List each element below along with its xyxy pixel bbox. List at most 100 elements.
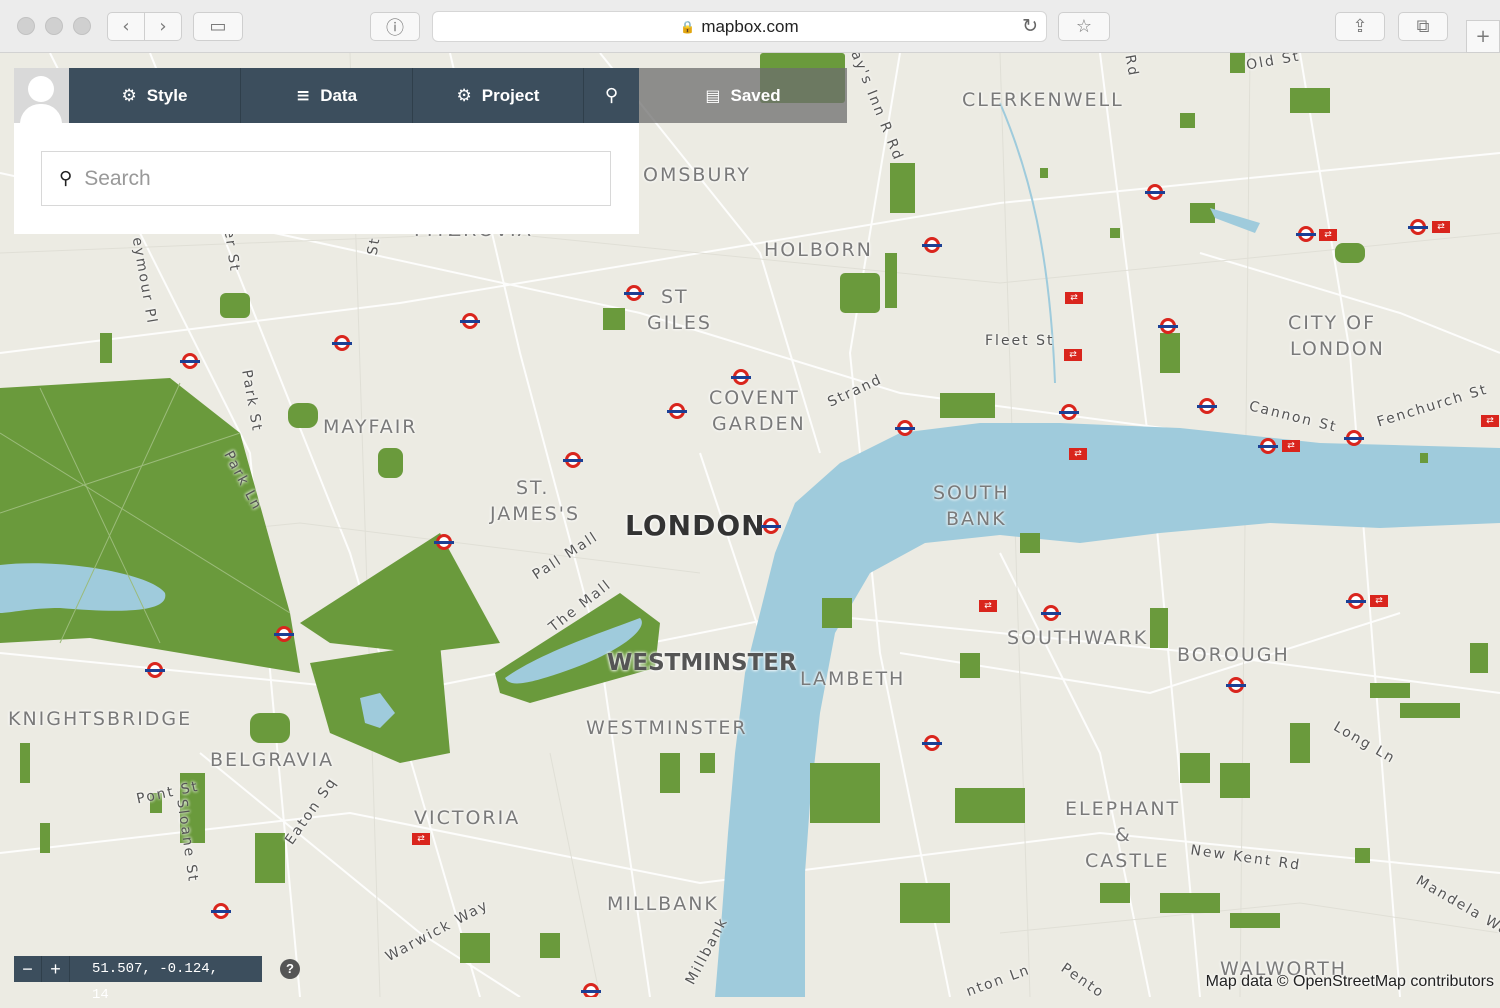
tabs-icon: ⧉: [1416, 16, 1430, 37]
zoom-window-button[interactable]: [73, 17, 91, 35]
area-label-st-james-1: ST.: [516, 477, 550, 499]
tube-station-icon[interactable]: [624, 285, 644, 301]
area-label-holborn: HOLBORN: [764, 239, 873, 261]
document-icon: ▤: [705, 86, 721, 105]
tube-station-icon[interactable]: [1226, 677, 1246, 693]
search-box[interactable]: ⚲: [41, 151, 611, 206]
tube-station-icon[interactable]: [274, 626, 294, 642]
area-label-knightsbridge: KNIGHTSBRIDGE: [8, 708, 193, 730]
search-input[interactable]: [84, 166, 565, 191]
tube-station-icon[interactable]: [922, 237, 942, 253]
tube-station-icon[interactable]: [1059, 404, 1079, 420]
coordinates-readout: 51.507, -0.124, 14: [70, 956, 262, 1003]
sidebar-icon: ▭: [209, 16, 227, 37]
tube-station-icon[interactable]: [1296, 226, 1316, 242]
rail-station-icon[interactable]: ⇄: [1282, 440, 1300, 452]
tube-station-icon[interactable]: [1145, 184, 1165, 200]
tab-style-label: Style: [146, 85, 188, 105]
rail-station-icon[interactable]: ⇄: [1064, 349, 1082, 361]
area-label-elephant-3: CASTLE: [1085, 850, 1170, 872]
area-label-southwark: SOUTHWARK: [1007, 627, 1149, 649]
forward-button[interactable]: ›: [144, 12, 182, 41]
tube-station-icon[interactable]: [1344, 430, 1364, 446]
area-label-south-bank-1: SOUTH: [933, 482, 1010, 504]
help-button[interactable]: ?: [280, 959, 300, 979]
tube-station-icon[interactable]: [731, 369, 751, 385]
tube-station-icon[interactable]: [563, 452, 583, 468]
rail-station-icon[interactable]: ⇄: [979, 600, 997, 612]
area-label-borough: BOROUGH: [1177, 644, 1290, 666]
tube-station-icon[interactable]: [1258, 438, 1278, 454]
rail-station-icon[interactable]: ⇄: [1065, 292, 1083, 304]
rail-station-icon[interactable]: ⇄: [1319, 229, 1337, 241]
tube-station-icon[interactable]: [434, 534, 454, 550]
rail-station-icon[interactable]: ⇄: [412, 833, 430, 845]
tube-station-icon[interactable]: [1197, 398, 1217, 414]
street-label-fleet-st: Fleet St: [985, 333, 1055, 349]
browser-toolbar: ‹ › ▭ ⓘ 🔒 mapbox.com ↻ ☆ ⇪ ⧉ +: [0, 0, 1500, 53]
tab-project[interactable]: ⚙ Project: [413, 68, 584, 123]
close-window-button[interactable]: [17, 17, 35, 35]
share-icon: ⇪: [1352, 16, 1368, 37]
area-label-belgravia: BELGRAVIA: [210, 749, 335, 771]
tube-station-icon[interactable]: [667, 403, 687, 419]
tube-station-icon[interactable]: [211, 903, 231, 919]
search-toggle-button[interactable]: ⚲: [584, 68, 639, 123]
url-text: mapbox.com: [701, 16, 799, 36]
rail-station-icon[interactable]: ⇄: [1481, 415, 1499, 427]
address-bar[interactable]: 🔒 mapbox.com ↻: [432, 11, 1047, 42]
tab-data[interactable]: ≡ Data: [241, 68, 413, 123]
tube-station-icon[interactable]: [145, 662, 165, 678]
star-icon: ☆: [1075, 16, 1093, 37]
saved-status-button[interactable]: ▤ Saved: [639, 68, 847, 123]
tube-station-icon[interactable]: [180, 353, 200, 369]
area-label-millbank: MILLBANK: [607, 893, 719, 915]
tube-station-icon[interactable]: [460, 313, 480, 329]
tube-station-icon[interactable]: [922, 735, 942, 751]
tube-station-icon[interactable]: [1346, 593, 1366, 609]
tube-station-icon[interactable]: [332, 335, 352, 351]
minimize-window-button[interactable]: [45, 17, 63, 35]
tab-data-label: Data: [320, 85, 358, 105]
plus-icon: +: [1475, 26, 1491, 47]
password-button[interactable]: ⓘ: [370, 12, 420, 41]
rail-station-icon[interactable]: ⇄: [1370, 595, 1388, 607]
tube-station-icon[interactable]: [1408, 219, 1428, 235]
gear-icon: ⚙: [456, 85, 472, 106]
chevron-right-icon: ›: [159, 16, 167, 37]
tube-station-icon[interactable]: [581, 983, 601, 997]
area-label-south-bank-2: BANK: [946, 508, 1007, 530]
area-label-city-1: CITY OF: [1288, 312, 1377, 334]
area-label-victoria: VICTORIA: [414, 807, 521, 829]
tube-station-icon[interactable]: [1158, 318, 1178, 334]
rail-station-icon[interactable]: ⇄: [1069, 448, 1087, 460]
gear-icon: ⚙: [121, 85, 137, 106]
editor-toolbar: ⚙ Style ≡ Data ⚙ Project ⚲ ▤ Saved: [14, 68, 847, 123]
area-label-westminster: WESTMINSTER: [586, 717, 748, 739]
city-label-london: LONDON: [625, 509, 766, 542]
rail-station-icon[interactable]: ⇄: [1432, 221, 1450, 233]
map-attribution[interactable]: Map data © OpenStreetMap contributors: [1206, 973, 1494, 991]
new-tab-button[interactable]: +: [1466, 20, 1500, 53]
street-label-st: St: [364, 235, 384, 257]
tabs-overview-button[interactable]: ⧉: [1398, 12, 1448, 41]
zoom-in-button[interactable]: +: [42, 956, 70, 982]
tube-station-icon[interactable]: [761, 518, 781, 534]
tube-station-icon[interactable]: [895, 420, 915, 436]
tab-style[interactable]: ⚙ Style: [69, 68, 241, 123]
reload-icon[interactable]: ↻: [1022, 15, 1038, 37]
chevron-left-icon: ‹: [122, 16, 130, 37]
bookmark-button[interactable]: ☆: [1058, 12, 1110, 41]
sidebar-toggle-button[interactable]: ▭: [193, 12, 243, 41]
tube-station-icon[interactable]: [1041, 605, 1061, 621]
share-button[interactable]: ⇪: [1335, 12, 1385, 41]
search-icon: ⚲: [59, 168, 73, 189]
area-label-lambeth: LAMBETH: [800, 668, 906, 690]
area-label-covent-2: GARDEN: [712, 413, 806, 435]
zoom-out-button[interactable]: −: [14, 956, 42, 982]
avatar[interactable]: [14, 68, 69, 123]
area-label-westminster-major: WESTMINSTER: [607, 650, 797, 676]
search-panel: ⚲: [14, 123, 639, 234]
area-label-st-giles-1: ST: [661, 286, 689, 308]
back-button[interactable]: ‹: [107, 12, 145, 41]
